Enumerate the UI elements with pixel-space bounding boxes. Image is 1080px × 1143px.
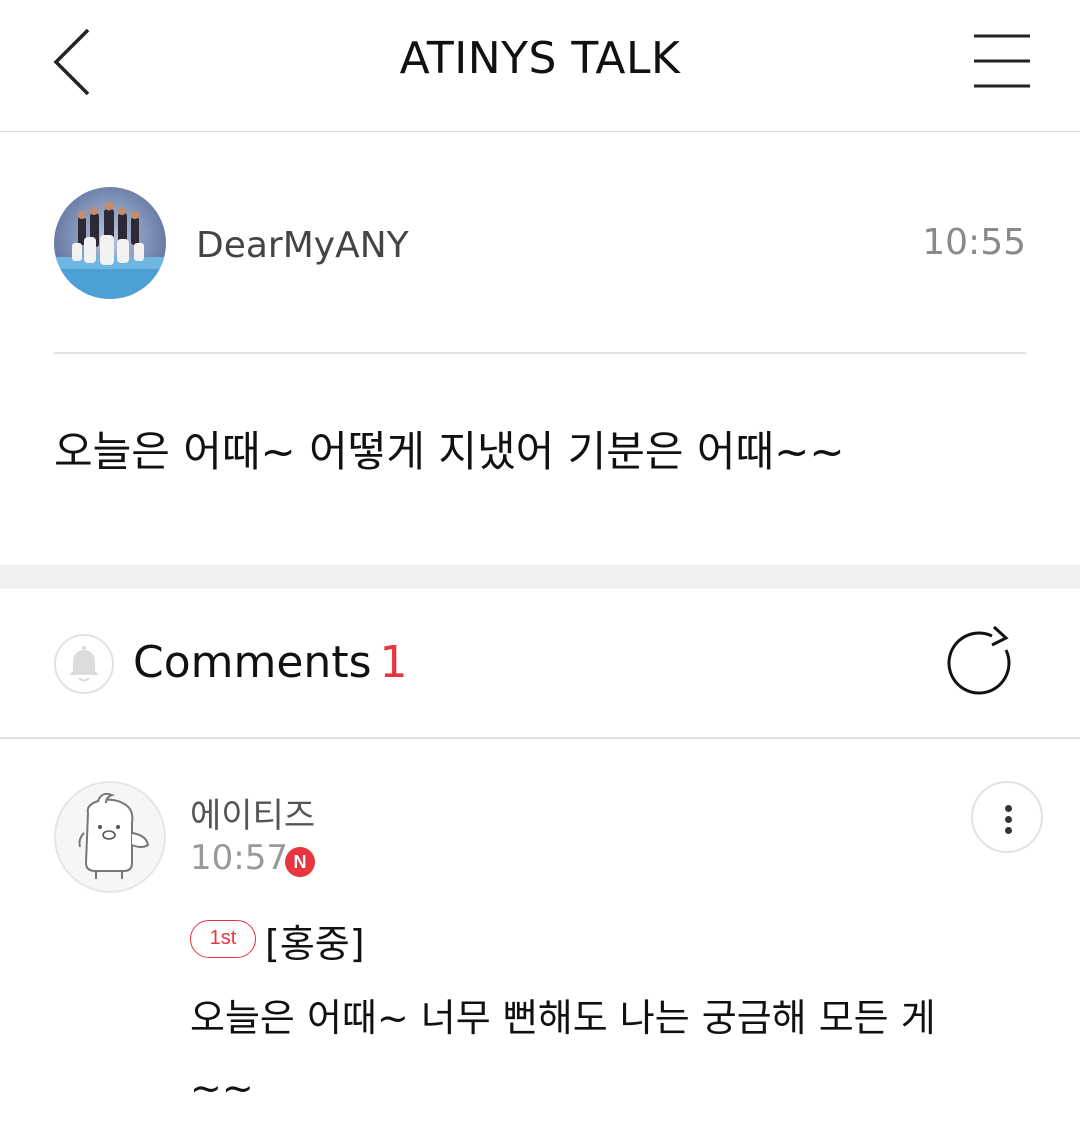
rank-badge: 1st — [190, 920, 256, 958]
notification-toggle[interactable] — [54, 634, 114, 694]
new-badge: N — [285, 847, 315, 877]
character-avatar — [78, 792, 150, 879]
comment-author-avatar[interactable] — [54, 781, 166, 893]
comments-count: 1 — [379, 637, 408, 688]
more-vertical-icon-dot — [1005, 816, 1012, 823]
menu-button[interactable] — [966, 30, 1038, 94]
comment-timestamp: 10:57 — [190, 838, 288, 878]
post-author-name[interactable]: DearMyANY — [196, 225, 409, 266]
post-author-avatar[interactable] — [54, 187, 166, 299]
comment-author-name[interactable]: 에이티즈 — [190, 788, 315, 837]
top-bar: ATINYS TALK — [0, 0, 1080, 132]
comment-more-button[interactable] — [971, 781, 1043, 853]
comment-tag: [홍중] — [265, 922, 365, 966]
post-timestamp: 10:55 — [922, 222, 1026, 263]
comment-text: 오늘은 어때~ 너무 뻔해도 나는 궁금해 모든 게~~ — [190, 996, 936, 1110]
page-title: ATINYS TALK — [399, 33, 681, 84]
comments-label: Comments — [133, 637, 372, 688]
post-body: 오늘은 어때~ 어떻게 지냈어 기분은 어때~~ — [54, 427, 845, 476]
refresh-button[interactable] — [946, 624, 1022, 700]
more-vertical-icon — [1005, 805, 1012, 812]
comments-heading: Comments 1 — [133, 637, 408, 688]
comments-divider — [0, 737, 1080, 739]
more-vertical-icon-dot — [1005, 827, 1012, 834]
section-separator — [0, 565, 1080, 589]
post-divider — [54, 352, 1026, 354]
refresh-icon — [947, 625, 1011, 695]
bell-icon — [69, 646, 99, 682]
group-photo-avatar — [54, 187, 166, 299]
hamburger-menu-icon — [974, 34, 1030, 88]
